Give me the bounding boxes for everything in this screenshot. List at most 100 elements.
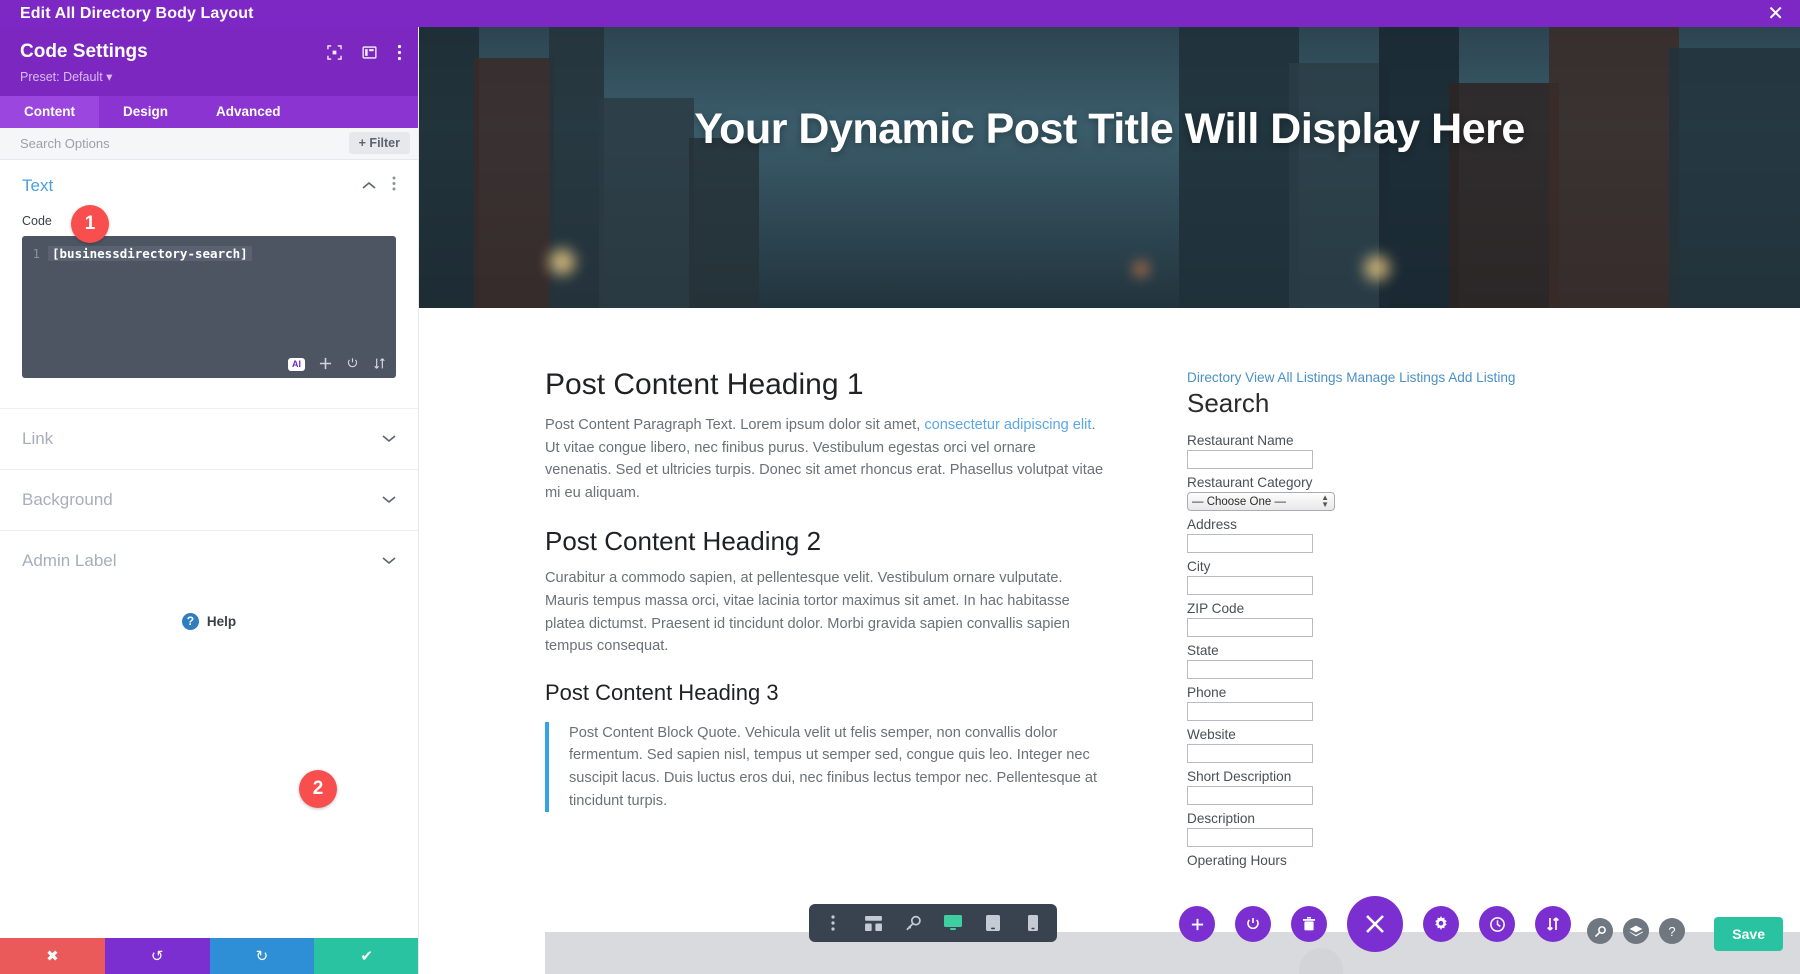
building-shape — [1379, 27, 1459, 308]
redo-button[interactable]: ↻ — [209, 938, 315, 974]
window-title-bar: Edit All Directory Body Layout ✕ — [0, 0, 1800, 27]
nav-link-directory[interactable]: Directory — [1187, 370, 1241, 385]
hero-section: Your Dynamic Post Title Will Display Her… — [419, 27, 1800, 308]
field-input-city[interactable] — [1187, 576, 1313, 596]
wireframe-icon[interactable] — [855, 905, 891, 941]
tab-content[interactable]: Content — [0, 95, 99, 128]
field-input-address[interactable] — [1187, 534, 1313, 554]
building-shape — [1669, 48, 1800, 308]
window-title: Edit All Directory Body Layout — [20, 4, 254, 22]
zoom-key-icon[interactable] — [895, 905, 931, 941]
field-input-state[interactable] — [1187, 660, 1313, 680]
help-label: Help — [206, 613, 237, 629]
text-section-header: Text — [22, 176, 396, 196]
accordion-admin-label-label: Admin Label — [22, 550, 117, 570]
code-editor-toolbar: AI — [288, 357, 386, 372]
tab-design[interactable]: Design — [99, 96, 192, 128]
power-icon[interactable] — [346, 357, 359, 372]
field-input-website[interactable] — [1187, 744, 1313, 764]
sort-updown-icon[interactable] — [373, 357, 386, 372]
sort-updown-icon[interactable] — [1535, 906, 1571, 942]
field-input-zip-code[interactable] — [1187, 618, 1313, 638]
builder-utility-tools: ? — [1587, 918, 1685, 944]
post-blockquote-text: Post Content Block Quote. Vehicula velit… — [569, 724, 1098, 809]
post-heading-2: Post Content Heading 2 — [545, 526, 822, 557]
chevron-down-icon — [382, 491, 396, 509]
building-shape — [1179, 27, 1299, 308]
preset-selector[interactable]: Preset: Default ▾ — [20, 69, 398, 84]
close-icon[interactable]: ✕ — [1767, 4, 1784, 24]
help-icon[interactable]: ? — [1659, 918, 1685, 944]
field-label-zip-code: ZIP Code — [1187, 601, 1245, 617]
field-input-restaurant-name[interactable] — [1187, 450, 1313, 470]
more-vertical-icon[interactable] — [392, 176, 396, 196]
gear-icon[interactable] — [1423, 906, 1459, 942]
building-shape — [689, 138, 759, 308]
tab-advanced[interactable]: Advanced — [192, 96, 305, 128]
search-icon[interactable] — [1587, 918, 1613, 944]
nav-link-add-listing[interactable]: Add Listing — [1448, 370, 1515, 385]
chevron-updown-icon: ▲ ▼ — [1321, 492, 1329, 509]
field-label-state: State — [1187, 643, 1219, 659]
ai-badge-icon[interactable]: AI — [288, 357, 305, 371]
field-label-city: City — [1187, 559, 1211, 575]
text-section: Text Code 1 [businessdirectory-search] A… — [0, 160, 418, 378]
field-input-description[interactable] — [1187, 828, 1313, 848]
help-button[interactable]: ? Help — [0, 591, 418, 652]
mobile-icon[interactable] — [1015, 905, 1051, 941]
building-shape — [474, 58, 554, 308]
code-content[interactable]: [businessdirectory-search] — [48, 245, 252, 261]
post-heading-3: Post Content Heading 3 — [545, 679, 779, 705]
accordion-admin-label[interactable]: Admin Label — [0, 529, 418, 591]
directory-nav: Directory View All Listings Manage Listi… — [1187, 368, 1517, 387]
field-input-short-description[interactable] — [1187, 786, 1313, 806]
street-lamp-glow — [1134, 262, 1148, 276]
field-input-phone[interactable] — [1187, 702, 1313, 722]
layers-icon[interactable] — [1623, 918, 1649, 944]
help-icon: ? — [181, 612, 199, 630]
trash-icon[interactable] — [1291, 906, 1327, 942]
close-icon[interactable] — [1347, 896, 1403, 952]
field-label-description: Description — [1187, 811, 1255, 827]
nav-link-manage-listings[interactable]: Manage Listings — [1346, 370, 1445, 385]
search-options-input[interactable]: Search Options — [20, 136, 349, 151]
code-editor[interactable]: 1 [businessdirectory-search] AI — [22, 235, 396, 378]
tablet-icon[interactable] — [975, 905, 1011, 941]
undo-button[interactable]: ↺ — [104, 938, 210, 974]
expand-icon[interactable] — [327, 45, 342, 65]
more-vertical-icon[interactable] — [815, 905, 851, 941]
accordion-link-label: Link — [22, 428, 54, 448]
panel-header-icons — [327, 44, 402, 66]
field-label-website: Website — [1187, 727, 1236, 743]
hero-title: Your Dynamic Post Title Will Display Her… — [694, 105, 1525, 153]
history-icon[interactable] — [1479, 906, 1515, 942]
cancel-button[interactable]: ✖ — [0, 938, 105, 974]
nav-link-view-all-listings[interactable]: View All Listings — [1245, 370, 1342, 385]
chevron-down-icon — [382, 552, 396, 570]
filter-button[interactable]: + Filter — [348, 132, 410, 155]
callout-badge-2: 2 — [299, 770, 337, 808]
code-line-number: 1 — [32, 245, 40, 261]
post-content-column: Post Content Heading 1 Post Content Para… — [545, 368, 1105, 870]
field-select-restaurant-category[interactable]: — Choose One — ▲ ▼ — [1187, 492, 1335, 512]
confirm-button[interactable]: ✔ — [314, 938, 418, 974]
paragraph-1-link[interactable]: consectetur adipiscing elit — [924, 417, 1091, 433]
desktop-icon[interactable] — [935, 905, 971, 941]
street-lamp-glow — [549, 249, 575, 275]
field-label-address: Address — [1187, 517, 1237, 533]
plus-icon[interactable] — [319, 357, 332, 372]
field-label-restaurant-category: Restaurant Category — [1187, 475, 1313, 491]
save-button[interactable]: Save — [1714, 917, 1783, 951]
power-icon[interactable] — [1235, 906, 1271, 942]
add-icon[interactable] — [1179, 906, 1215, 942]
layout-icon[interactable] — [362, 45, 377, 65]
page-preview: Your Dynamic Post Title Will Display Her… — [419, 27, 1800, 974]
chevron-down-icon — [382, 430, 396, 448]
directory-search-widget: Directory View All Listings Manage Listi… — [1187, 368, 1517, 870]
field-label-phone: Phone — [1187, 685, 1227, 701]
chevron-up-icon[interactable] — [362, 177, 376, 195]
street-lamp-glow — [1364, 255, 1390, 281]
accordion-link[interactable]: Link — [0, 407, 418, 469]
accordion-background[interactable]: Background — [0, 468, 418, 530]
more-vertical-icon[interactable] — [397, 44, 402, 66]
